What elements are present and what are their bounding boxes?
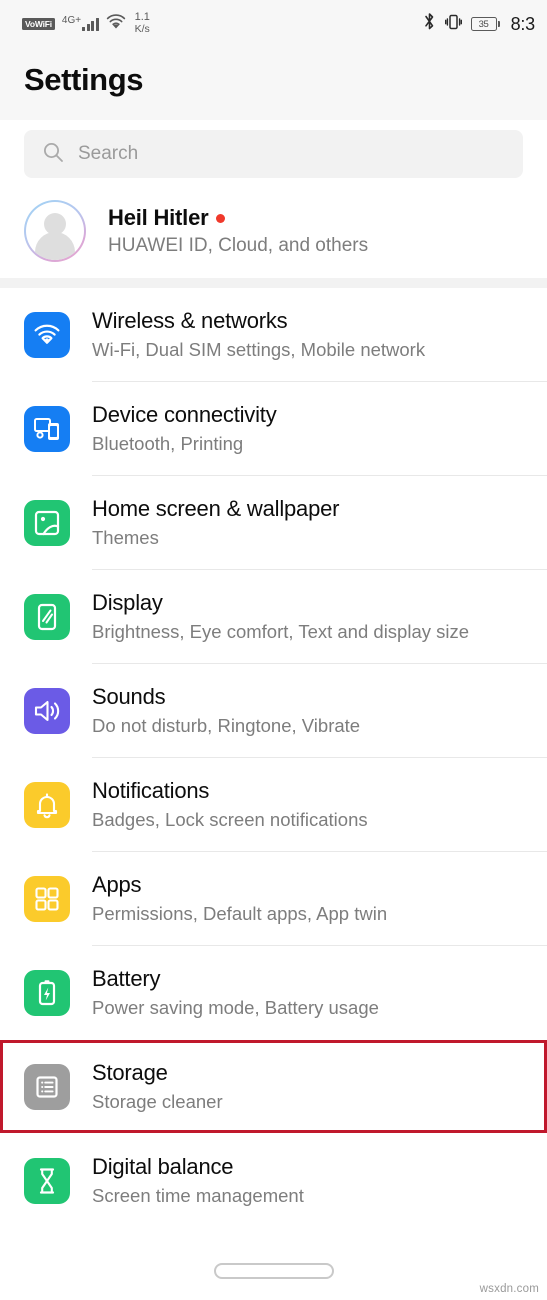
wifi-icon — [106, 14, 126, 34]
settings-row-home-screen-and-wallpaper[interactable]: Home screen & wallpaper Themes — [0, 476, 547, 569]
battery-percent-label: 35 — [470, 17, 497, 31]
settings-row-text: Apps Permissions, Default apps, App twin — [92, 872, 387, 925]
settings-screen: VoWiFi 4G+ 1.1 K/s 35 8:3 Settings Searc… — [0, 0, 547, 1300]
settings-row-device-connectivity[interactable]: Device connectivity Bluetooth, Printing — [0, 382, 547, 475]
avatar-body — [35, 232, 75, 261]
signal-bars-icon: 4G+ — [61, 15, 99, 31]
data-speed-unit: K/s — [134, 23, 150, 35]
settings-row-title: Sounds — [92, 684, 166, 709]
search-section: Search — [0, 120, 547, 190]
settings-row-subtitle: Bluetooth, Printing — [92, 433, 244, 454]
settings-row-battery[interactable]: Battery Power saving mode, Battery usage — [0, 946, 547, 1039]
settings-row-text: Wireless & networks Wi-Fi, Dual SIM setti… — [92, 308, 425, 361]
settings-row-title: Digital balance — [92, 1154, 234, 1179]
profile-text: Heil Hitler HUAWEI ID, Cloud, and others — [108, 205, 368, 257]
section-divider — [0, 278, 547, 288]
settings-row-subtitle: Storage cleaner — [92, 1091, 223, 1112]
watermark: wsxdn.com — [479, 1283, 539, 1295]
home-indicator-pill[interactable] — [213, 1263, 334, 1279]
status-bar-right: 35 8:3 — [423, 12, 537, 36]
bluetooth-icon — [423, 12, 436, 36]
search-placeholder: Search — [78, 143, 139, 164]
profile-row[interactable]: Heil Hitler HUAWEI ID, Cloud, and others — [0, 190, 547, 278]
settings-row-title: Device connectivity — [92, 402, 277, 427]
battery-indicator: 35 — [470, 17, 500, 31]
title-bar: Settings — [0, 48, 547, 120]
settings-row-text: Sounds Do not disturb, Ringtone, Vibrate — [92, 684, 360, 737]
avatar — [24, 200, 86, 262]
settings-row-title: Storage — [92, 1060, 168, 1085]
storage-list-icon — [24, 1063, 70, 1110]
battery-bolt-icon — [24, 969, 70, 1016]
settings-row-title: Notifications — [92, 778, 210, 803]
settings-row-sounds[interactable]: Sounds Do not disturb, Ringtone, Vibrate — [0, 664, 547, 757]
signal-bars-glyph — [82, 17, 99, 31]
data-speed-indicator: 1.1 K/s — [135, 12, 150, 35]
settings-row-title: Apps — [92, 872, 142, 897]
settings-row-notifications[interactable]: Notifications Badges, Lock screen notific… — [0, 758, 547, 851]
settings-row-title: Display — [92, 590, 163, 615]
hourglass-icon — [24, 1157, 70, 1204]
device-connectivity-icon — [24, 405, 70, 452]
wallpaper-image-icon — [24, 499, 70, 546]
vibrate-icon — [444, 13, 462, 36]
settings-row-digital-balance[interactable]: Digital balance Screen time management — [0, 1134, 547, 1227]
settings-row-display[interactable]: Display Brightness, Eye comfort, Text and… — [0, 570, 547, 663]
search-input[interactable]: Search — [24, 130, 523, 178]
profile-name-row: Heil Hitler — [108, 205, 368, 231]
red-dot-badge — [215, 213, 225, 223]
wifi-icon — [24, 311, 70, 358]
settings-row-text: Storage Storage cleaner — [92, 1060, 223, 1113]
status-bar: VoWiFi 4G+ 1.1 K/s 35 8:3 — [0, 0, 547, 48]
settings-row-subtitle: Do not disturb, Ringtone, Vibrate — [92, 715, 361, 736]
settings-row-subtitle: Badges, Lock screen notifications — [92, 809, 368, 830]
bell-icon — [24, 781, 70, 828]
settings-row-text: Digital balance Screen time management — [92, 1154, 304, 1207]
settings-row-subtitle: Brightness, Eye comfort, Text and displa… — [92, 621, 470, 642]
settings-row-text: Display Brightness, Eye comfort, Text and… — [92, 590, 469, 643]
settings-row-title: Wireless & networks — [92, 308, 288, 333]
profile-name: Heil Hitler — [108, 205, 209, 230]
page-title: Settings — [24, 62, 144, 97]
network-type-label: 4G+ — [61, 15, 82, 26]
system-navigation-bar: wsxdn.com — [0, 1242, 547, 1300]
settings-row-title: Battery — [92, 966, 161, 991]
search-icon — [42, 141, 64, 168]
avatar-placeholder-icon — [25, 201, 85, 261]
settings-row-text: Battery Power saving mode, Battery usage — [92, 966, 379, 1019]
settings-row-text: Device connectivity Bluetooth, Printing — [92, 402, 277, 455]
settings-row-subtitle: Screen time management — [92, 1185, 304, 1206]
avatar-head — [44, 212, 66, 235]
settings-row-apps[interactable]: Apps Permissions, Default apps, App twin — [0, 852, 547, 945]
profile-subtitle: HUAWEI ID, Cloud, and others — [108, 235, 369, 256]
settings-list: Wireless & networks Wi-Fi, Dual SIM setti… — [0, 288, 547, 1242]
settings-row-subtitle: Permissions, Default apps, App twin — [92, 903, 388, 924]
speaker-volume-icon — [24, 687, 70, 734]
settings-row-title: Home screen & wallpaper — [92, 496, 340, 521]
battery-cap — [497, 21, 500, 27]
status-bar-clock: 8:3 — [510, 13, 536, 34]
settings-row-storage[interactable]: Storage Storage cleaner — [0, 1040, 547, 1133]
apps-grid-icon — [24, 875, 70, 922]
settings-row-text: Home screen & wallpaper Themes — [92, 496, 339, 549]
settings-row-subtitle: Themes — [92, 527, 159, 548]
vowifi-icon: VoWiFi — [22, 18, 55, 30]
settings-row-subtitle: Wi-Fi, Dual SIM settings, Mobile network — [92, 339, 426, 360]
settings-row-wireless-and-networks[interactable]: Wireless & networks Wi-Fi, Dual SIM setti… — [0, 288, 547, 381]
settings-row-subtitle: Power saving mode, Battery usage — [92, 997, 379, 1018]
display-phone-icon — [24, 593, 70, 640]
settings-row-text: Notifications Badges, Lock screen notific… — [92, 778, 368, 831]
status-bar-left: VoWiFi 4G+ 1.1 K/s — [22, 12, 150, 35]
data-speed-value: 1.1 — [134, 11, 150, 24]
